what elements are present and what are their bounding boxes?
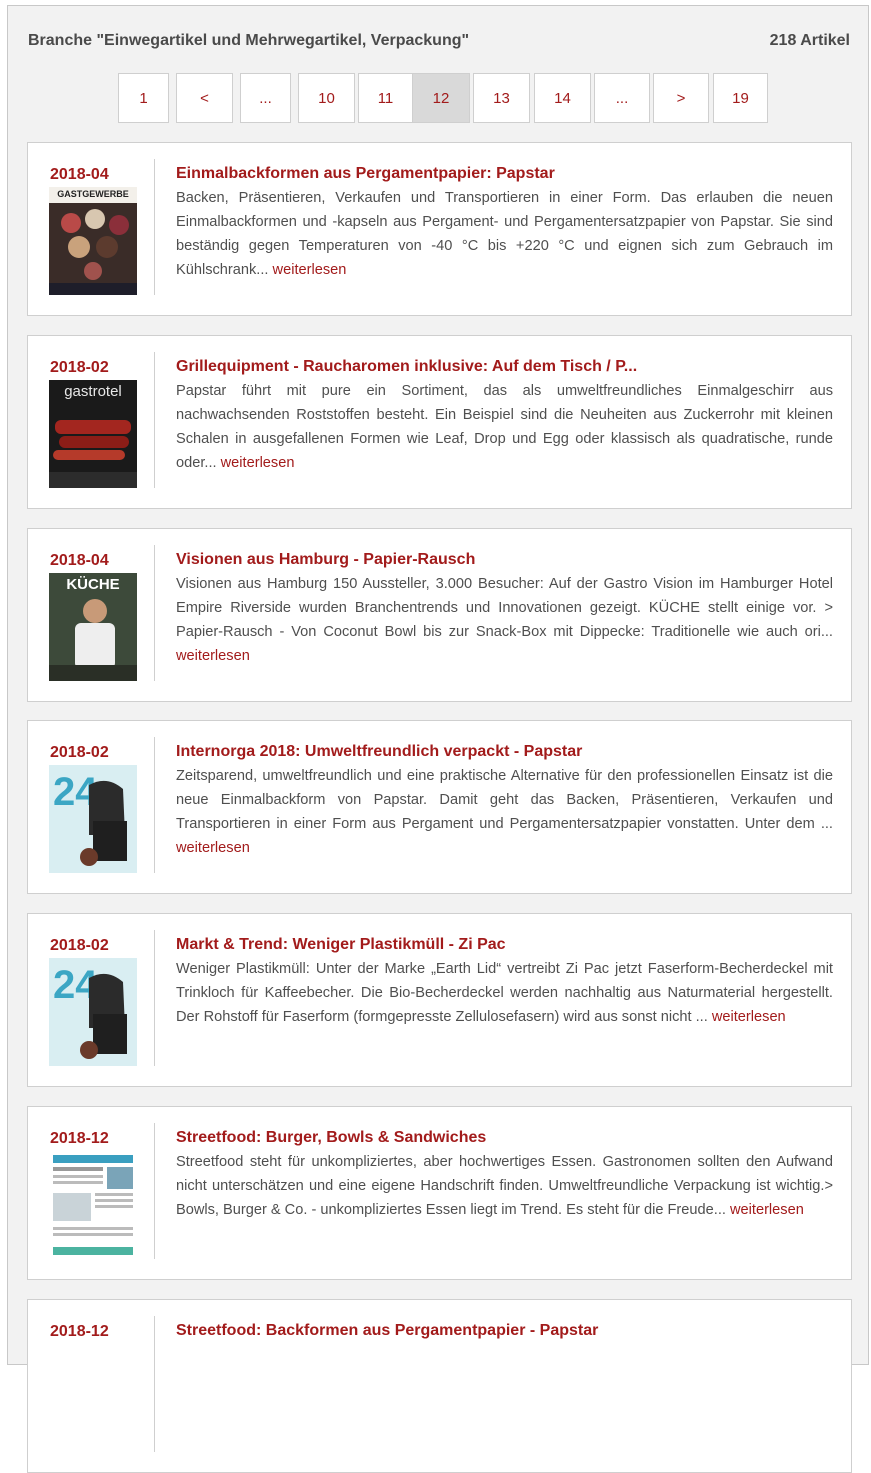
magazine-cover-thumbnail[interactable]: gastrotel (49, 380, 137, 488)
cover-logo-text: KÜCHE (66, 576, 119, 593)
article-date: 2018-12 (50, 1130, 109, 1147)
article-card: 2018-02 24 Markt & Trend: Weniger Plasti… (27, 913, 852, 1087)
magazine-cover-thumbnail[interactable]: KÜCHE (49, 573, 137, 681)
divider (154, 1316, 155, 1452)
article-card: 2018-04 GASTGEWERBE Einmalbackformen aus… (27, 142, 852, 316)
article-title-link[interactable]: Grillequipment - Raucharomen inklusive: … (176, 358, 637, 376)
article-teaser: Papstar führt mit pure ein Sortiment, da… (176, 383, 833, 471)
divider (154, 930, 155, 1066)
article-list-panel: Branche "Einwegartikel und Mehrwegartike… (7, 5, 869, 1473)
page-12-button[interactable]: 12 (412, 73, 470, 123)
article-title-link[interactable]: Internorga 2018: Umweltfreundlich verpac… (176, 743, 582, 761)
article-date: 2018-04 (50, 552, 109, 569)
article-title-link[interactable]: Streetfood: Backformen aus Pergamentpapi… (176, 1322, 598, 1340)
read-more-link[interactable]: weiterlesen (712, 1009, 786, 1025)
article-date: 2018-02 (50, 937, 109, 954)
magazine-cover-thumbnail[interactable]: 24 (49, 765, 137, 873)
magazine-cover-thumbnail[interactable]: GASTGEWERBE (49, 187, 137, 295)
list-header: Branche "Einwegartikel und Mehrwegartike… (28, 32, 850, 52)
read-more-link[interactable]: weiterlesen (176, 648, 250, 664)
article-count: 218 Artikel (769, 32, 850, 49)
article-card: 2018-04 KÜCHE Visionen aus Hamburg - Pap… (27, 528, 852, 702)
read-more-link[interactable]: weiterlesen (221, 455, 295, 471)
article-card: 2018-02 24 Internorga 2018: Umweltfreund… (27, 720, 852, 894)
ellipsis-right-button[interactable]: ... (594, 73, 650, 123)
divider (154, 545, 155, 681)
article-teaser: Backen, Präsentieren, Verkaufen und Tran… (176, 190, 833, 278)
article-title-link[interactable]: Markt & Trend: Weniger Plastikmüll - Zi … (176, 936, 506, 954)
page-1-button[interactable]: 1 (118, 73, 169, 123)
prev-page-button[interactable]: < (176, 73, 233, 123)
article-teaser: Zeitsparend, umweltfreundlich und eine p… (176, 768, 833, 856)
article-date: 2018-04 (50, 166, 109, 183)
article-title-link[interactable]: Einmalbackformen aus Pergamentpapier: Pa… (176, 165, 555, 183)
article-date: 2018-02 (50, 359, 109, 376)
page-13-button[interactable]: 13 (473, 73, 530, 123)
ellipsis-left-button[interactable]: ... (240, 73, 291, 123)
divider (154, 352, 155, 488)
page-19-button[interactable]: 19 (713, 73, 768, 123)
divider (154, 1123, 155, 1259)
article-teaser: Weniger Plastikmüll: Unter der Marke „Ea… (176, 961, 833, 1025)
next-page-button[interactable]: > (653, 73, 709, 123)
page-11-button[interactable]: 11 (358, 73, 413, 123)
divider (154, 159, 155, 295)
article-title-link[interactable]: Visionen aus Hamburg - Papier-Rausch (176, 551, 475, 569)
cover-logo-text: GASTGEWERBE (57, 189, 129, 199)
page-10-button[interactable]: 10 (298, 73, 355, 123)
magazine-cover-thumbnail[interactable]: 24 (49, 958, 137, 1066)
read-more-link[interactable]: weiterlesen (273, 262, 347, 278)
article-date: 2018-12 (50, 1323, 109, 1340)
pagination: 1 < ... 10 11 12 13 14 ... > 19 (8, 73, 868, 123)
article-card: 2018-12 Streetfood: Backformen aus Perga… (27, 1299, 852, 1473)
article-date: 2018-02 (50, 744, 109, 761)
cover-logo-text: gastrotel (64, 383, 122, 400)
article-title-link[interactable]: Streetfood: Burger, Bowls & Sandwiches (176, 1129, 486, 1147)
divider (154, 737, 155, 873)
read-more-link[interactable]: weiterlesen (730, 1202, 804, 1218)
article-teaser: Streetfood steht für unkompliziertes, ab… (176, 1154, 833, 1218)
read-more-link[interactable]: weiterlesen (176, 840, 250, 856)
newspaper-cover-thumbnail[interactable] (49, 1151, 137, 1259)
article-card: 2018-12 Streetfood: Burger, Bowls & Sand… (27, 1106, 852, 1280)
page-14-button[interactable]: 14 (534, 73, 591, 123)
branche-title: Branche "Einwegartikel und Mehrwegartike… (28, 32, 470, 49)
article-teaser: Visionen aus Hamburg 150 Aussteller, 3.0… (176, 576, 833, 664)
article-card: 2018-02 gastrotel Grillequipment - Rauch… (27, 335, 852, 509)
